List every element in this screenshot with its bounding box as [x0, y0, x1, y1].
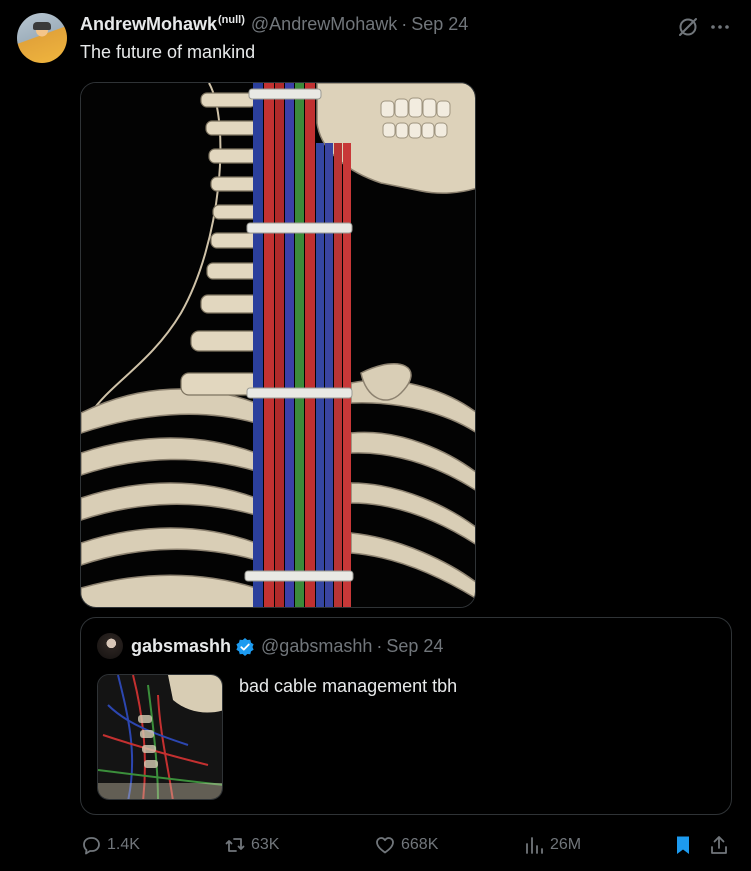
like-count: 668K	[401, 836, 439, 853]
quote-date[interactable]: Sep 24	[386, 636, 443, 657]
like-icon	[376, 837, 394, 854]
share-button[interactable]	[708, 832, 730, 858]
share-icon	[711, 836, 727, 854]
bookmark-icon	[677, 836, 689, 854]
reply-icon	[83, 837, 100, 855]
tweet-date[interactable]: Sep 24	[411, 14, 468, 35]
author-display-name[interactable]: AndrewMohawk	[80, 14, 217, 35]
quote-media-thumbnail[interactable]	[97, 674, 223, 800]
repost-button[interactable]: 63K	[224, 832, 279, 858]
like-button[interactable]: 668K	[374, 832, 438, 858]
tweet-text: The future of mankind	[80, 42, 256, 62]
bookmark-button[interactable]	[672, 832, 694, 858]
tweet-header: AndrewMohawk (null) @AndrewMohawk · Sep …	[80, 14, 468, 36]
quote-header: gabsmashh @gabsmashh · Sep 24	[131, 636, 443, 657]
reply-button[interactable]: 1.4K	[80, 832, 140, 858]
views-count: 26M	[550, 836, 582, 853]
repost-count: 63K	[251, 836, 280, 853]
views-button[interactable]: 26M	[523, 832, 581, 858]
tweet-actions-bar: 1.4K 63K 668K 26M	[80, 832, 740, 858]
quote-header-separator: ·	[376, 636, 383, 656]
repost-icon	[225, 838, 245, 852]
author-handle[interactable]: @AndrewMohawk	[251, 14, 397, 35]
views-icon	[526, 837, 543, 854]
author-name-badge: (null)	[218, 14, 245, 26]
verified-badge-icon	[236, 637, 254, 656]
header-separator: ·	[401, 14, 408, 34]
skeleton-cables-illustration	[81, 83, 475, 607]
tweet-media-image[interactable]	[80, 82, 476, 608]
quote-author-handle[interactable]: @gabsmashh	[261, 636, 372, 657]
reply-count: 1.4K	[107, 836, 140, 853]
grok-icon[interactable]	[677, 16, 699, 38]
quoted-tweet[interactable]: gabsmashh @gabsmashh · Sep 24 bad cable …	[80, 617, 732, 815]
author-avatar[interactable]	[17, 13, 67, 63]
more-icon[interactable]	[708, 16, 732, 38]
quote-author-display-name[interactable]: gabsmashh	[131, 636, 231, 657]
quote-text: bad cable management tbh	[239, 676, 458, 696]
quote-author-avatar[interactable]	[97, 633, 123, 659]
